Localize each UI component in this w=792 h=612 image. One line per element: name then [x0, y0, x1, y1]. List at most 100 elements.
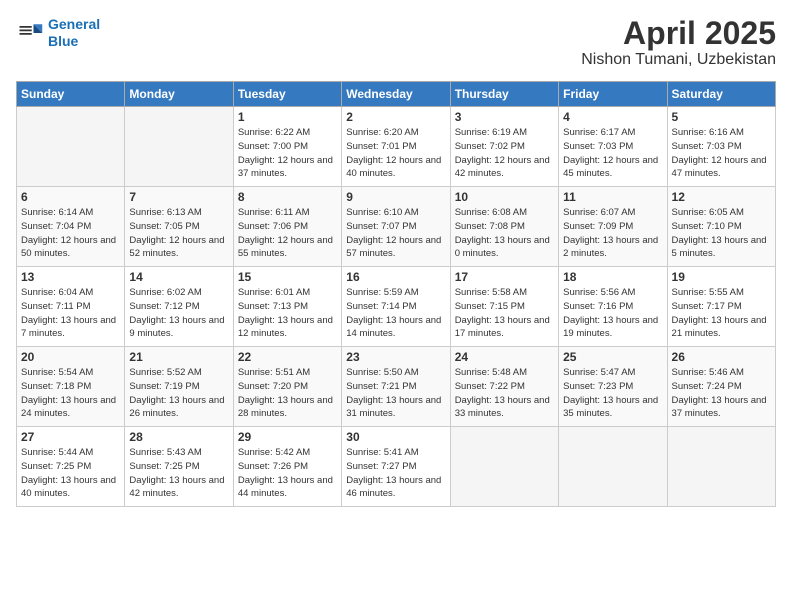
day-info: Sunrise: 5:46 AMSunset: 7:24 PMDaylight:…: [672, 366, 771, 421]
day-number: 24: [455, 350, 554, 364]
calendar-cell: [559, 427, 667, 507]
day-info: Sunrise: 5:44 AMSunset: 7:25 PMDaylight:…: [21, 446, 120, 501]
logo-icon: [16, 19, 44, 47]
day-number: 21: [129, 350, 228, 364]
calendar-cell: 23Sunrise: 5:50 AMSunset: 7:21 PMDayligh…: [342, 347, 450, 427]
calendar-cell: 28 Sunrise: 5:43 AMSunset: 7:25 PMDayligh…: [125, 427, 233, 507]
logo: General Blue: [16, 16, 100, 50]
weekday-header-friday: Friday: [559, 82, 667, 107]
day-info: Sunrise: 5:51 AMSunset: 7:20 PMDaylight:…: [238, 366, 337, 421]
weekday-header-monday: Monday: [125, 82, 233, 107]
day-info: Sunrise: 5:43 AMSunset: 7:25 PMDaylight:…: [129, 446, 228, 501]
day-info: Sunrise: 6:17 AMSunset: 7:03 PMDaylight:…: [563, 126, 662, 181]
calendar-cell: 10Sunrise: 6:08 AMSunset: 7:08 PMDayligh…: [450, 187, 558, 267]
calendar-week-4: 20 Sunrise: 5:54 AMSunset: 7:18 PMDayligh…: [17, 347, 776, 427]
logo-line2: Blue: [48, 33, 78, 49]
day-number: 2: [346, 110, 445, 124]
calendar-cell: 27 Sunrise: 5:44 AMSunset: 7:25 PMDayligh…: [17, 427, 125, 507]
day-number: 19: [672, 270, 771, 284]
day-number: 7: [129, 190, 228, 204]
day-number: 9: [346, 190, 445, 204]
calendar-cell: 8Sunrise: 6:11 AMSunset: 7:06 PMDaylight…: [233, 187, 341, 267]
calendar-container: General Blue April 2025 Nishon Tumani, U…: [0, 0, 792, 517]
day-info: Sunrise: 5:56 AMSunset: 7:16 PMDaylight:…: [563, 286, 662, 341]
calendar-cell: [450, 427, 558, 507]
weekday-header-saturday: Saturday: [667, 82, 775, 107]
day-number: 26: [672, 350, 771, 364]
day-number: 30: [346, 430, 445, 444]
day-info: Sunrise: 6:07 AMSunset: 7:09 PMDaylight:…: [563, 206, 662, 261]
day-info: Sunrise: 5:59 AMSunset: 7:14 PMDaylight:…: [346, 286, 445, 341]
weekday-header-tuesday: Tuesday: [233, 82, 341, 107]
calendar-cell: 17 Sunrise: 5:58 AMSunset: 7:15 PMDayligh…: [450, 267, 558, 347]
day-info: Sunrise: 5:42 AMSunset: 7:26 PMDaylight:…: [238, 446, 337, 501]
day-number: 1: [238, 110, 337, 124]
day-info: Sunrise: 6:19 AMSunset: 7:02 PMDaylight:…: [455, 126, 554, 181]
day-number: 10: [455, 190, 554, 204]
day-number: 14: [129, 270, 228, 284]
calendar-cell: 1 Sunrise: 6:22 AMSunset: 7:00 PMDaylight…: [233, 107, 341, 187]
calendar-cell: 30 Sunrise: 5:41 AMSunset: 7:27 PMDayligh…: [342, 427, 450, 507]
day-number: 3: [455, 110, 554, 124]
day-info: Sunrise: 5:47 AMSunset: 7:23 PMDaylight:…: [563, 366, 662, 421]
calendar-cell: 29 Sunrise: 5:42 AMSunset: 7:26 PMDayligh…: [233, 427, 341, 507]
calendar-cell: 26 Sunrise: 5:46 AMSunset: 7:24 PMDayligh…: [667, 347, 775, 427]
day-info: Sunrise: 6:01 AMSunset: 7:13 PMDaylight:…: [238, 286, 337, 341]
day-info: Sunrise: 5:48 AMSunset: 7:22 PMDaylight:…: [455, 366, 554, 421]
header-row: General Blue April 2025 Nishon Tumani, U…: [16, 16, 776, 69]
calendar-cell: 5 Sunrise: 6:16 AMSunset: 7:03 PMDaylight…: [667, 107, 775, 187]
day-info: Sunrise: 5:55 AMSunset: 7:17 PMDaylight:…: [672, 286, 771, 341]
day-number: 29: [238, 430, 337, 444]
calendar-cell: 19 Sunrise: 5:55 AMSunset: 7:17 PMDayligh…: [667, 267, 775, 347]
day-number: 27: [21, 430, 120, 444]
day-number: 6: [21, 190, 120, 204]
weekday-header-sunday: Sunday: [17, 82, 125, 107]
calendar-body: 1 Sunrise: 6:22 AMSunset: 7:00 PMDaylight…: [17, 107, 776, 507]
day-number: 8: [238, 190, 337, 204]
day-info: Sunrise: 5:54 AMSunset: 7:18 PMDaylight:…: [21, 366, 120, 421]
month-title: April 2025: [581, 16, 776, 51]
calendar-cell: 16 Sunrise: 5:59 AMSunset: 7:14 PMDayligh…: [342, 267, 450, 347]
day-info: Sunrise: 6:05 AMSunset: 7:10 PMDaylight:…: [672, 206, 771, 261]
weekday-header-thursday: Thursday: [450, 82, 558, 107]
day-info: Sunrise: 6:14 AMSunset: 7:04 PMDaylight:…: [21, 206, 120, 261]
day-number: 4: [563, 110, 662, 124]
day-number: 22: [238, 350, 337, 364]
weekday-header-wednesday: Wednesday: [342, 82, 450, 107]
day-number: 11: [563, 190, 662, 204]
day-info: Sunrise: 6:04 AMSunset: 7:11 PMDaylight:…: [21, 286, 120, 341]
day-info: Sunrise: 6:02 AMSunset: 7:12 PMDaylight:…: [129, 286, 228, 341]
calendar-week-5: 27 Sunrise: 5:44 AMSunset: 7:25 PMDayligh…: [17, 427, 776, 507]
location-title: Nishon Tumani, Uzbekistan: [581, 51, 776, 69]
calendar-cell: 22 Sunrise: 5:51 AMSunset: 7:20 PMDayligh…: [233, 347, 341, 427]
calendar-cell: 9 Sunrise: 6:10 AMSunset: 7:07 PMDaylight…: [342, 187, 450, 267]
calendar-cell: [17, 107, 125, 187]
calendar-cell: 14 Sunrise: 6:02 AMSunset: 7:12 PMDayligh…: [125, 267, 233, 347]
day-number: 28: [129, 430, 228, 444]
calendar-week-3: 13 Sunrise: 6:04 AMSunset: 7:11 PMDayligh…: [17, 267, 776, 347]
day-info: Sunrise: 6:22 AMSunset: 7:00 PMDaylight:…: [238, 126, 337, 181]
calendar-cell: 25 Sunrise: 5:47 AMSunset: 7:23 PMDayligh…: [559, 347, 667, 427]
day-info: Sunrise: 6:16 AMSunset: 7:03 PMDaylight:…: [672, 126, 771, 181]
day-number: 16: [346, 270, 445, 284]
day-number: 15: [238, 270, 337, 284]
calendar-cell: 13 Sunrise: 6:04 AMSunset: 7:11 PMDayligh…: [17, 267, 125, 347]
day-info: Sunrise: 5:41 AMSunset: 7:27 PMDaylight:…: [346, 446, 445, 501]
calendar-cell: 4 Sunrise: 6:17 AMSunset: 7:03 PMDaylight…: [559, 107, 667, 187]
calendar-cell: 24 Sunrise: 5:48 AMSunset: 7:22 PMDayligh…: [450, 347, 558, 427]
day-number: 23: [346, 350, 445, 364]
day-number: 17: [455, 270, 554, 284]
day-number: 12: [672, 190, 771, 204]
day-info: Sunrise: 6:10 AMSunset: 7:07 PMDaylight:…: [346, 206, 445, 261]
calendar-cell: 3 Sunrise: 6:19 AMSunset: 7:02 PMDaylight…: [450, 107, 558, 187]
day-number: 5: [672, 110, 771, 124]
day-number: 25: [563, 350, 662, 364]
day-number: 13: [21, 270, 120, 284]
day-number: 20: [21, 350, 120, 364]
day-info: Sunrise: 5:58 AMSunset: 7:15 PMDaylight:…: [455, 286, 554, 341]
calendar-week-1: 1 Sunrise: 6:22 AMSunset: 7:00 PMDaylight…: [17, 107, 776, 187]
calendar-cell: 7Sunrise: 6:13 AMSunset: 7:05 PMDaylight…: [125, 187, 233, 267]
calendar-cell: 12 Sunrise: 6:05 AMSunset: 7:10 PMDayligh…: [667, 187, 775, 267]
calendar-cell: 15 Sunrise: 6:01 AMSunset: 7:13 PMDayligh…: [233, 267, 341, 347]
calendar-cell: [667, 427, 775, 507]
